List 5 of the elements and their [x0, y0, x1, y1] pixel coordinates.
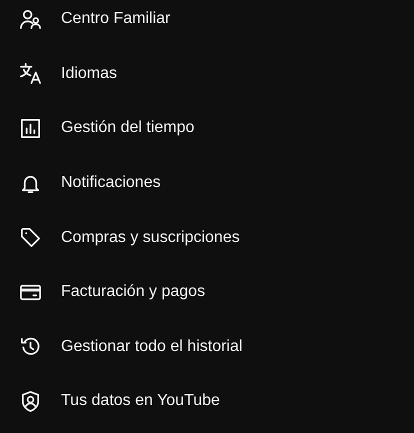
chart-icon: [19, 116, 42, 140]
people-icon: [19, 8, 42, 31]
shield-icon: [19, 390, 42, 413]
translate-icon: [19, 62, 42, 86]
tag-icon: [19, 226, 42, 250]
